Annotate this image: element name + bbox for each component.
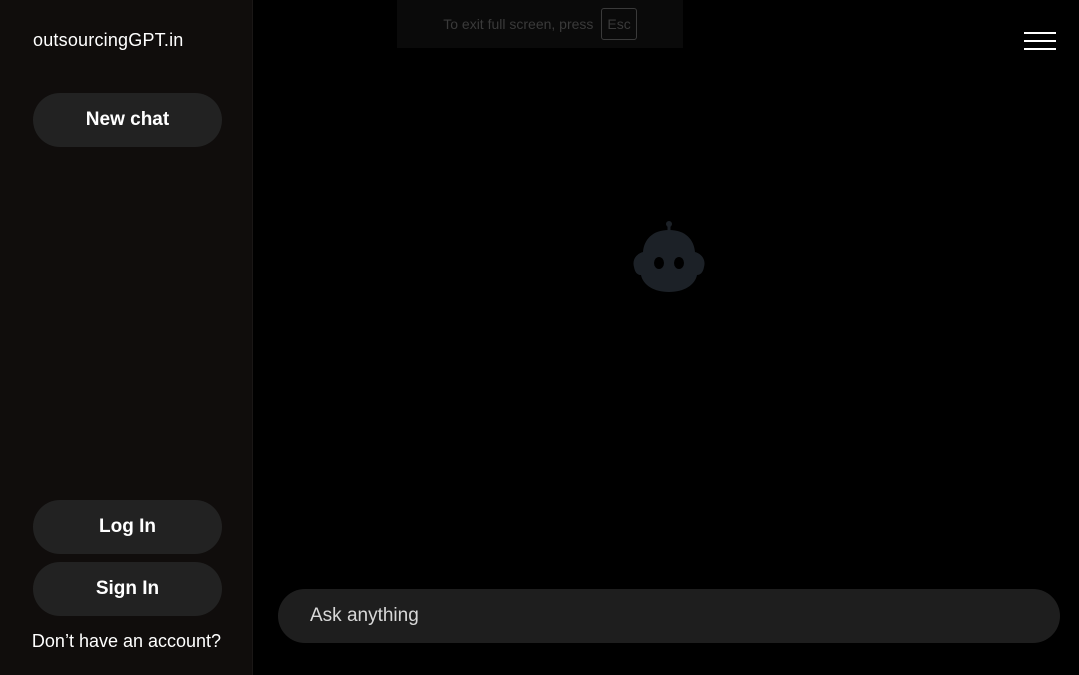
new-chat-button[interactable]: New chat <box>33 93 222 147</box>
menu-bar-top <box>1024 32 1056 34</box>
ask-input[interactable] <box>308 604 1030 628</box>
signin-button[interactable]: Sign In <box>33 562 222 616</box>
app-window: outsourcingGPT.in New chat Log In Sign I… <box>0 0 1079 675</box>
login-button[interactable]: Log In <box>33 500 222 554</box>
sidebar: outsourcingGPT.in New chat Log In Sign I… <box>0 0 253 675</box>
menu-bar-bottom <box>1024 48 1056 50</box>
fullscreen-notice-text: To exit full screen, press <box>443 16 594 32</box>
esc-key-badge: Esc <box>601 8 637 40</box>
robot-icon <box>630 218 708 294</box>
fullscreen-notice: To exit full screen, press Esc <box>397 0 683 48</box>
chat-composer[interactable] <box>278 589 1060 643</box>
menu-bar-middle <box>1024 40 1056 42</box>
hamburger-menu-icon[interactable] <box>1022 28 1058 54</box>
signup-link[interactable]: Don’t have an account? <box>0 631 253 652</box>
brand-title: outsourcingGPT.in <box>33 30 184 50</box>
